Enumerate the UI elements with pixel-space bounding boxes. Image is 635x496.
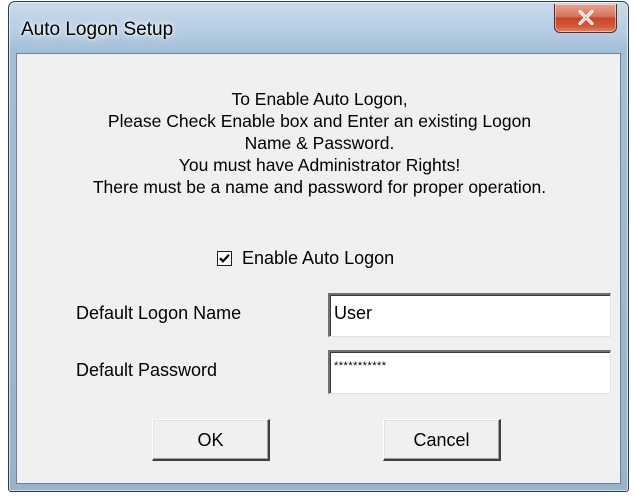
close-x-icon (578, 10, 594, 25)
enable-auto-logon-checkbox[interactable] (217, 250, 232, 266)
message-line: You must have Administrator Rights! (178, 155, 461, 175)
default-password-label: Default Password (76, 360, 218, 380)
dialog-client-area: To Enable Auto Logon, Please Check Enabl… (16, 53, 621, 484)
enable-auto-logon-label[interactable]: Enable Auto Logon (242, 248, 394, 269)
enable-auto-logon-row[interactable]: Enable Auto Logon (217, 247, 394, 269)
instructions-message: To Enable Auto Logon, Please Check Enabl… (17, 88, 622, 198)
checkmark-icon (219, 253, 230, 263)
default-password-input[interactable] (328, 350, 611, 394)
message-line: There must be a name and password for pr… (92, 177, 547, 197)
default-logon-name-input[interactable] (328, 293, 611, 337)
message-line: To Enable Auto Logon, (231, 89, 408, 109)
message-line: Please Check Enable box and Enter an exi… (107, 111, 532, 131)
auto-logon-dialog: Auto Logon Setup To Enable Auto Logon, P… (8, 1, 629, 492)
cancel-button[interactable]: Cancel (383, 419, 501, 461)
title-bar[interactable]: Auto Logon Setup (9, 2, 628, 54)
ok-button[interactable]: OK (152, 419, 270, 461)
message-line: Name & Password. (244, 133, 395, 153)
close-button[interactable] (554, 4, 617, 33)
default-logon-name-label: Default Logon Name (76, 303, 242, 323)
window-title: Auto Logon Setup (21, 19, 174, 40)
